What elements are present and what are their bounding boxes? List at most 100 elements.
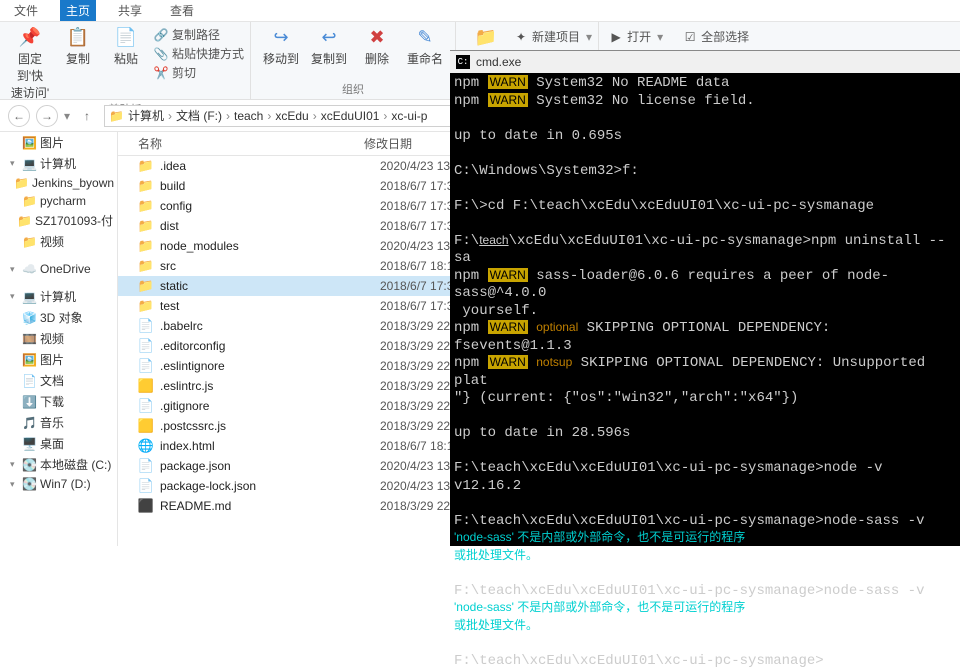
file-name: package.json (160, 459, 380, 473)
select-all-button[interactable]: ☑全部选择 (683, 28, 749, 45)
new-folder-icon: 📁 (475, 26, 497, 48)
file-name: .postcssrc.js (160, 419, 380, 433)
file-date: 2020/4/23 13: (380, 479, 453, 493)
tab-share[interactable]: 共享 (112, 0, 148, 21)
pin-button[interactable]: 📌 固定到'快 速访问' (6, 26, 54, 101)
copy-button[interactable]: 📋 复制 (54, 26, 102, 67)
nav-item[interactable]: 📁视频 (0, 231, 117, 252)
delete-icon: ✖ (366, 26, 388, 48)
rename-button[interactable]: ✎重命名 (401, 26, 449, 67)
folder-icon: 📁 (109, 109, 124, 123)
cut-icon: ✂️ (154, 66, 168, 80)
nav-icon: ⬇️ (22, 395, 36, 409)
nav-item[interactable]: 📁SZ1701093-付 (0, 210, 117, 231)
file-icon: 📁 (138, 218, 154, 234)
nav-item[interactable]: 🎞️ 视频 (0, 328, 117, 349)
nav-label: pycharm (40, 194, 86, 208)
file-icon: 🟨 (138, 418, 154, 434)
expand-icon[interactable]: ▾ (10, 459, 18, 470)
file-icon: 📄 (138, 398, 154, 414)
nav-label: 音乐 (40, 414, 64, 431)
new-item-icon: ✦ (514, 30, 528, 44)
nav-label: Jenkins_byown (32, 176, 114, 190)
file-date: 2018/3/29 22: (380, 339, 453, 353)
pin-icon: 📌 (19, 26, 41, 48)
forward-button[interactable]: → (36, 105, 58, 127)
nav-item[interactable]: ⬇️下载 (0, 391, 117, 412)
nav-icon: 📁 (14, 176, 28, 190)
cmd-window[interactable]: C: cmd.exe npm WARN System32 No README d… (450, 50, 960, 546)
nav-icon: 📄 (22, 374, 36, 388)
file-date: 2020/4/23 13: (380, 159, 453, 173)
file-name: node_modules (160, 239, 380, 253)
paste-shortcut-button[interactable]: 📎粘贴快捷方式 (154, 45, 244, 62)
nav-icon: 🖥️ (22, 437, 36, 451)
file-name: .eslintignore (160, 359, 380, 373)
file-date: 2018/3/29 22: (380, 319, 453, 333)
paste-icon: 📄 (115, 26, 137, 48)
nav-item[interactable]: ▾💽本地磁盘 (C:) (0, 454, 117, 475)
file-name: README.md (160, 499, 380, 513)
back-button[interactable]: ← (8, 105, 30, 127)
nav-item[interactable]: 🖥️ 桌面 (0, 433, 117, 454)
nav-icon: 🖼️ (22, 136, 36, 150)
file-name: .babelrc (160, 319, 380, 333)
nav-label: 桌面 (40, 435, 64, 452)
nav-item[interactable]: 🖼️图片 (0, 132, 117, 153)
back-icon: ← (13, 109, 25, 123)
nav-item[interactable]: ▾💽Win7 (D:) (0, 475, 117, 493)
ribbon-group-clipboard: 📌 固定到'快 速访问' 📋 复制 📄 粘贴 🔗复制路径 📎粘贴快捷方式 ✂️剪… (0, 22, 251, 99)
nav-icon: 📁 (22, 194, 36, 208)
nav-item[interactable]: 📁 Jenkins_byown (0, 174, 117, 192)
file-name: test (160, 299, 380, 313)
file-name: src (160, 259, 380, 273)
file-icon: 📁 (138, 178, 154, 194)
cut-button[interactable]: ✂️剪切 (154, 64, 244, 81)
copyto-button[interactable]: ↩复制到 (305, 26, 353, 67)
tab-home[interactable]: 主页 (60, 0, 96, 21)
file-icon: 📄 (138, 478, 154, 494)
nav-item[interactable]: 🧊3D 对象 (0, 307, 117, 328)
recent-dropdown[interactable]: ▾ (64, 109, 70, 123)
paste-button[interactable]: 📄 粘贴 (102, 26, 150, 67)
file-date: 2020/4/23 13: (380, 459, 453, 473)
file-date: 2018/6/7 17:3 (380, 179, 453, 193)
file-name: .idea (160, 159, 380, 173)
tab-view[interactable]: 查看 (164, 0, 200, 21)
cmd-output[interactable]: npm WARN System32 No README data npm WAR… (450, 73, 960, 672)
moveto-button[interactable]: ↪移动到 (257, 26, 305, 67)
tab-file[interactable]: 文件 (8, 0, 44, 21)
nav-icon: 🎞️ (22, 332, 36, 346)
nav-label: 图片 (40, 351, 64, 368)
cmd-titlebar[interactable]: C: cmd.exe (450, 51, 960, 73)
expand-icon[interactable]: ▾ (10, 158, 18, 169)
nav-label: 计算机 (40, 288, 76, 305)
column-name[interactable]: 名称 (118, 135, 364, 152)
nav-item[interactable]: 📄文档 (0, 370, 117, 391)
expand-icon[interactable]: ▾ (10, 291, 18, 302)
ribbon-group-organize: ↪移动到 ↩复制到 ✖删除 ✎重命名 组织 (251, 22, 456, 99)
nav-pane[interactable]: 🖼️图片▾💻计算机📁Jenkins_byown📁pycharm📁SZ170109… (0, 132, 118, 546)
nav-label: 视频 (40, 330, 64, 347)
open-button[interactable]: ▶打开▾ (609, 28, 663, 45)
nav-item[interactable]: 📁 pycharm (0, 192, 117, 210)
delete-button[interactable]: ✖删除 (353, 26, 401, 67)
new-item-button[interactable]: ✦新建项目▾ (514, 28, 592, 45)
nav-item[interactable]: 🎵音乐 (0, 412, 117, 433)
copyto-icon: ↩ (318, 26, 340, 48)
up-button[interactable]: ↑ (76, 105, 98, 127)
expand-icon[interactable]: ▾ (10, 264, 18, 275)
nav-item[interactable]: ▾💻计算机 (0, 286, 117, 307)
nav-label: SZ1701093-付 (35, 212, 113, 229)
file-name: config (160, 199, 380, 213)
nav-icon: 💽 (22, 458, 36, 472)
nav-label: OneDrive (40, 262, 91, 276)
nav-item[interactable]: ▾ ☁️ OneDrive (0, 260, 117, 278)
file-icon: 📁 (138, 198, 154, 214)
expand-icon[interactable]: ▾ (10, 479, 18, 490)
nav-icon: ☁️ (22, 262, 36, 276)
nav-item[interactable]: 🖼️图片 (0, 349, 117, 370)
nav-item[interactable]: ▾💻计算机 (0, 153, 117, 174)
copy-path-button[interactable]: 🔗复制路径 (154, 26, 244, 43)
nav-label: 计算机 (40, 155, 76, 172)
